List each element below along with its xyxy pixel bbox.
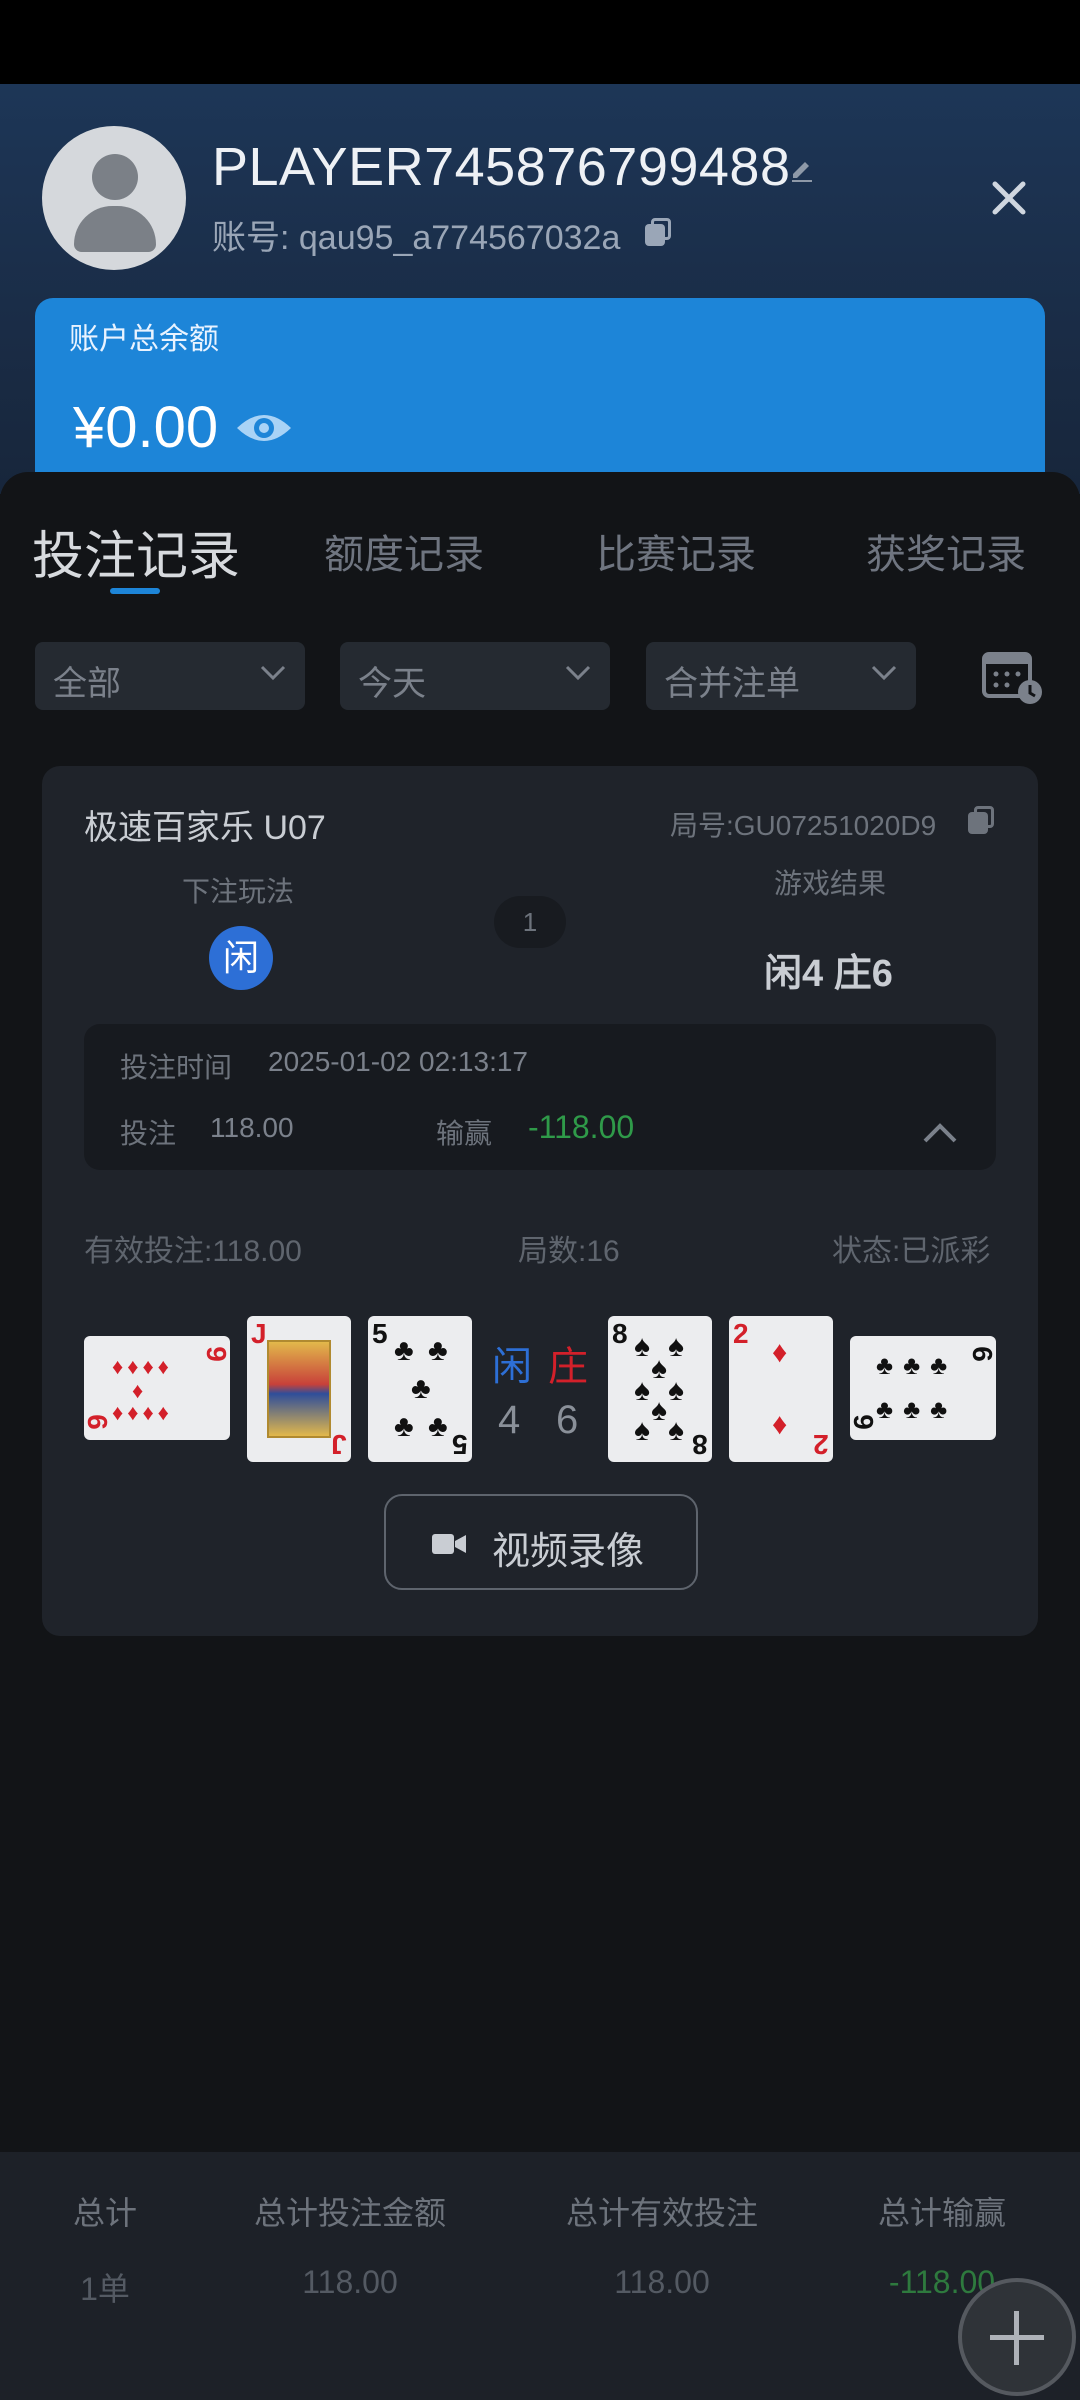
tab-bar: 投注记录 额度记录 比赛记录 获奖记录 <box>0 522 1080 612</box>
tab-credit-records[interactable]: 额度记录 <box>324 522 484 580</box>
video-replay-label: 视频录像 <box>492 1531 645 1573</box>
copy-icon[interactable] <box>968 806 994 834</box>
filter-bar: 全部 今天 合并注单 <box>0 642 1080 712</box>
card-display: 9 9 ♦♦♦♦ ♦ ♦♦♦♦ J J 5 5 ♣ ♣ ♣ ♣ ♣ 闲 庄 4 … <box>42 1316 1038 1466</box>
type-filter-value: 全部 <box>53 665 121 703</box>
records-sheet: 投注记录 额度记录 比赛记录 获奖记录 全部 今天 合并注单 极速百家乐 U07… <box>0 472 1080 2400</box>
balance-value: ¥0.00 <box>73 395 219 460</box>
bet-time-value: 2025-01-02 02:13:17 <box>268 1046 528 1077</box>
status-bar <box>0 0 1080 84</box>
summary-total-valid-bet: 总计有效投注 118.00 <box>565 2195 758 2300</box>
game-result-label: 游戏结果 <box>774 868 887 899</box>
round-count: 局数:16 <box>518 1235 620 1268</box>
payout-status: 状态:已派彩 <box>832 1235 991 1268</box>
banker-card-3: 6 6 ♣♣♣ ♣♣♣ <box>850 1336 996 1440</box>
bet-detail-box[interactable]: 投注时间 2025-01-02 02:13:17 投注 118.00 输赢 -1… <box>84 1024 996 1170</box>
summary-total: 总计 1单 <box>72 2195 137 2307</box>
chevron-down-icon <box>871 665 897 681</box>
balance-card: 账户总余额 ¥0.00 <box>35 298 1045 494</box>
chevron-down-icon <box>260 665 286 681</box>
winloss-label: 输赢 <box>436 1118 493 1149</box>
summary-footer: 总计 1单 总计投注金额 118.00 总计有效投注 118.00 总计输赢 -… <box>0 2152 1080 2400</box>
player-score: 4 <box>498 1398 521 1442</box>
player-label: 闲 <box>492 1345 532 1389</box>
tab-match-records[interactable]: 比赛记录 <box>596 522 756 580</box>
bet-time-label: 投注时间 <box>120 1052 233 1083</box>
bet-count-badge: 1 <box>494 896 566 948</box>
winloss-value: -118.00 <box>528 1109 635 1145</box>
account-id: 账号: qau95_a774567032a <box>212 219 621 257</box>
banker-card-2: 2 2 ♦ ♦ <box>729 1316 833 1462</box>
bet-amount-value: 118.00 <box>210 1112 294 1143</box>
player-name: PLAYER745876799488 <box>212 137 791 197</box>
banker-label: 庄 <box>548 1345 588 1389</box>
add-floating-button[interactable] <box>958 2278 1076 2396</box>
edit-icon[interactable] <box>790 154 814 182</box>
date-filter-value: 今天 <box>358 665 426 703</box>
banker-card-1: 8 8 ♠ ♠ ♠ ♠ ♠ ♠ ♠ ♠ <box>608 1316 712 1462</box>
round-number: 局号:GU07251020D9 <box>670 810 937 841</box>
avatar[interactable] <box>42 126 186 270</box>
type-filter-select[interactable]: 全部 <box>35 642 305 710</box>
video-replay-button[interactable]: 视频录像 <box>384 1494 698 1590</box>
date-filter-select[interactable]: 今天 <box>340 642 610 710</box>
profile-header: PLAYER745876799488 账号: qau95_a774567032a… <box>0 84 1080 494</box>
copy-icon[interactable] <box>645 218 671 246</box>
merge-filter-select[interactable]: 合并注单 <box>646 642 916 710</box>
bet-play-label: 下注玩法 <box>182 876 295 907</box>
game-result-value: 闲4 庄6 <box>764 953 893 995</box>
valid-bet: 有效投注:118.00 <box>84 1235 302 1268</box>
player-card-2: J J <box>247 1316 351 1462</box>
bet-choice-badge: 闲 <box>209 926 273 990</box>
bet-amount-label: 投注 <box>120 1118 177 1149</box>
summary-total-bet: 总计投注金额 118.00 <box>253 2195 446 2300</box>
video-camera-icon <box>432 1534 466 1554</box>
bet-stats-row: 有效投注:118.00 局数:16 状态:已派彩 <box>84 1226 996 1268</box>
game-name: 极速百家乐 U07 <box>84 809 326 847</box>
calendar-icon[interactable] <box>982 648 1044 706</box>
balance-label: 账户总余额 <box>69 323 219 356</box>
chevron-up-icon[interactable] <box>922 1122 958 1144</box>
tab-prize-records[interactable]: 获奖记录 <box>866 522 1026 580</box>
active-tab-indicator <box>110 588 160 594</box>
close-icon[interactable] <box>985 174 1033 222</box>
merge-filter-value: 合并注单 <box>664 665 800 703</box>
eye-icon[interactable] <box>235 408 293 448</box>
tab-bet-records[interactable]: 投注记录 <box>32 514 240 589</box>
player-card-1: 9 9 ♦♦♦♦ ♦ ♦♦♦♦ <box>84 1336 230 1440</box>
banker-score: 6 <box>556 1398 579 1442</box>
bet-record-card: 极速百家乐 U07 局号:GU07251020D9 下注玩法 闲 1 游戏结果 … <box>42 766 1038 1636</box>
chevron-down-icon <box>565 665 591 681</box>
player-card-3: 5 5 ♣ ♣ ♣ ♣ ♣ <box>368 1316 472 1462</box>
